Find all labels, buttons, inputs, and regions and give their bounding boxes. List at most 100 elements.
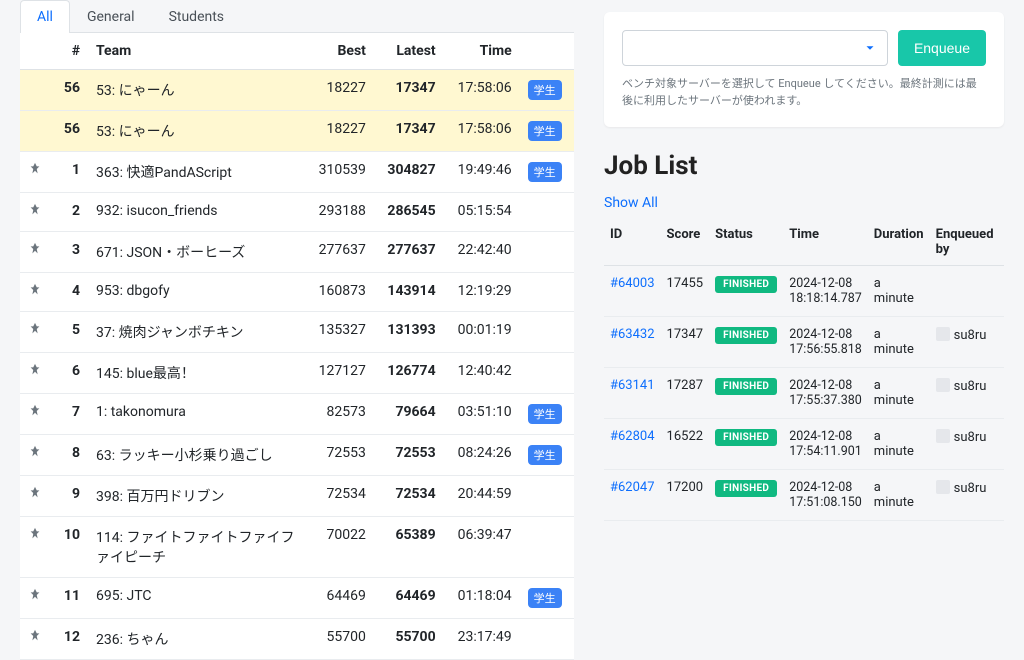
pin-icon[interactable] <box>20 476 50 517</box>
table-row: #6280416522FINISHED2024-12-0817:54:11.90… <box>604 419 1004 470</box>
team-name[interactable]: 53: にゃーん <box>88 70 305 111</box>
pin-icon[interactable] <box>20 232 50 273</box>
best-score: 127127 <box>305 353 374 394</box>
latest-score: 64469 <box>374 578 444 619</box>
pin-icon[interactable] <box>20 193 50 232</box>
job-id-link[interactable]: #63141 <box>610 378 655 393</box>
job-time: 2024-12-0817:56:55.818 <box>783 317 868 368</box>
table-row: 10114: ファイトファイトファイファイピーチ700226538906:39:… <box>20 517 574 578</box>
status-badge: FINISHED <box>715 480 777 497</box>
team-name[interactable]: 53: にゃーん <box>88 111 305 152</box>
team-name[interactable]: 1: takonomura <box>88 394 305 435</box>
job-score: 17347 <box>661 317 710 368</box>
rank: 1 <box>50 152 88 193</box>
team-name[interactable]: 671: JSON・ボーヒーズ <box>88 232 305 273</box>
col-jtime: Time <box>783 219 868 266</box>
rank: 3 <box>50 232 88 273</box>
rank: 6 <box>50 353 88 394</box>
latest-score: 65389 <box>374 517 444 578</box>
job-score: 17455 <box>661 266 710 317</box>
pin-icon[interactable] <box>20 111 50 152</box>
team-name[interactable]: 398: 百万円ドリブン <box>88 476 305 517</box>
tab-all[interactable]: All <box>20 0 70 33</box>
rank: 7 <box>50 394 88 435</box>
rank: 2 <box>50 193 88 232</box>
team-name[interactable]: 63: ラッキー小杉乗り過ごし <box>88 435 305 476</box>
job-id-link[interactable]: #63432 <box>610 327 655 342</box>
status-badge: FINISHED <box>715 327 777 344</box>
best-score: 72553 <box>305 435 374 476</box>
team-name[interactable]: 363: 快適PandAScript <box>88 152 305 193</box>
student-badge: 学生 <box>528 162 562 182</box>
badge-cell: 学生 <box>520 152 574 193</box>
rank: 4 <box>50 273 88 312</box>
latest-score: 55700 <box>374 619 444 660</box>
pin-icon[interactable] <box>20 578 50 619</box>
rank: 8 <box>50 435 88 476</box>
badge-cell <box>520 517 574 578</box>
pin-icon[interactable] <box>20 619 50 660</box>
latest-score: 72553 <box>374 435 444 476</box>
pin-icon[interactable] <box>20 152 50 193</box>
show-all-link[interactable]: Show All <box>604 195 658 211</box>
best-score: 160873 <box>305 273 374 312</box>
col-duration: Duration <box>868 219 930 266</box>
job-id-link[interactable]: #64003 <box>610 276 655 291</box>
latest-score: 304827 <box>374 152 444 193</box>
pin-icon[interactable] <box>20 312 50 353</box>
pin-icon[interactable] <box>20 517 50 578</box>
latest-score: 131393 <box>374 312 444 353</box>
server-select[interactable] <box>622 30 888 66</box>
best-score: 55700 <box>305 619 374 660</box>
job-by: su8ru <box>930 470 1004 521</box>
job-duration: a minute <box>868 317 930 368</box>
tab-general[interactable]: General <box>70 0 152 33</box>
team-name[interactable]: 695: JTC <box>88 578 305 619</box>
pin-icon[interactable] <box>20 353 50 394</box>
enqueue-button[interactable]: Enqueue <box>898 30 986 66</box>
team-name[interactable]: 145: blue最高！ <box>88 353 305 394</box>
job-duration: a minute <box>868 368 930 419</box>
team-name[interactable]: 236: ちゃん <box>88 619 305 660</box>
pin-icon[interactable] <box>20 435 50 476</box>
time: 06:39:47 <box>444 517 520 578</box>
time: 03:51:10 <box>444 394 520 435</box>
best-score: 18227 <box>305 70 374 111</box>
rank: 11 <box>50 578 88 619</box>
col-score: Score <box>661 219 710 266</box>
rank: 5 <box>50 312 88 353</box>
latest-score: 17347 <box>374 70 444 111</box>
team-name[interactable]: 953: dbgofy <box>88 273 305 312</box>
latest-score: 79664 <box>374 394 444 435</box>
pin-icon[interactable] <box>20 394 50 435</box>
pin-icon[interactable] <box>20 70 50 111</box>
job-score: 17287 <box>661 368 710 419</box>
badge-cell: 学生 <box>520 394 574 435</box>
badge-cell <box>520 193 574 232</box>
latest-score: 286545 <box>374 193 444 232</box>
best-score: 18227 <box>305 111 374 152</box>
table-row: 863: ラッキー小杉乗り過ごし725537255308:24:26学生 <box>20 435 574 476</box>
job-duration: a minute <box>868 470 930 521</box>
team-name[interactable]: 37: 焼肉ジャンボチキン <box>88 312 305 353</box>
rank: 56 <box>50 111 88 152</box>
time: 08:24:26 <box>444 435 520 476</box>
badge-cell <box>520 476 574 517</box>
pin-icon[interactable] <box>20 273 50 312</box>
col-by: Enqueued by <box>930 219 1004 266</box>
job-id-link[interactable]: #62804 <box>610 429 655 444</box>
team-name[interactable]: 932: isucon_friends <box>88 193 305 232</box>
avatar-icon <box>936 327 950 341</box>
job-time: 2024-12-0817:51:08.150 <box>783 470 868 521</box>
latest-score: 277637 <box>374 232 444 273</box>
table-row: 71: takonomura825737966403:51:10学生 <box>20 394 574 435</box>
table-row: #6314117287FINISHED2024-12-0817:55:37.38… <box>604 368 1004 419</box>
badge-cell <box>520 353 574 394</box>
time: 23:17:49 <box>444 619 520 660</box>
job-id-link[interactable]: #62047 <box>610 480 655 495</box>
time: 12:40:42 <box>444 353 520 394</box>
table-row: 6145: blue最高！12712712677412:40:42 <box>20 353 574 394</box>
team-name[interactable]: 114: ファイトファイトファイファイピーチ <box>88 517 305 578</box>
tab-students[interactable]: Students <box>152 0 241 33</box>
job-by: su8ru <box>930 317 1004 368</box>
